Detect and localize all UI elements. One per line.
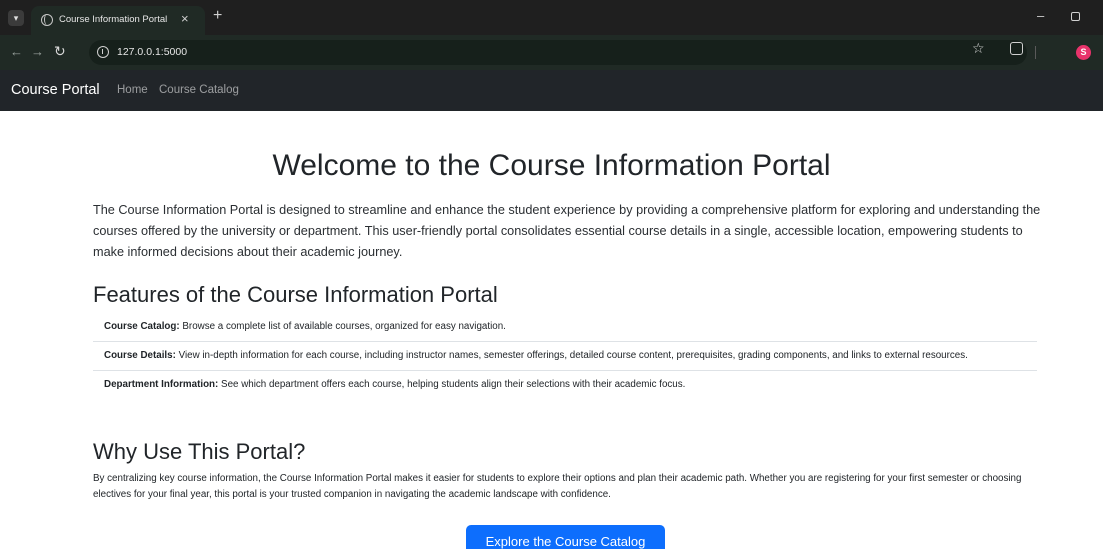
- feature-label: Department Information:: [104, 379, 219, 390]
- minimize-icon[interactable]: –: [1037, 8, 1044, 23]
- explore-catalog-button[interactable]: Explore the Course Catalog: [466, 525, 665, 549]
- back-icon[interactable]: ←: [10, 44, 23, 60]
- list-item: Department Information: See which depart…: [93, 371, 1037, 399]
- feature-text: View in-depth information for each cours…: [175, 350, 968, 361]
- avatar[interactable]: S: [1076, 45, 1091, 60]
- browser-tabstrip: ▾ Course Information Portal × + –: [0, 0, 1103, 35]
- feature-label: Course Details:: [104, 350, 176, 361]
- feature-label: Course Catalog:: [104, 321, 180, 332]
- site-info-icon[interactable]: [97, 46, 109, 58]
- feature-text: See which department offers each course,…: [218, 379, 686, 390]
- address-bar[interactable]: 127.0.0.1:5000: [89, 40, 1027, 65]
- plus-icon[interactable]: +: [213, 8, 222, 24]
- features-heading: Features of the Course Information Porta…: [93, 282, 498, 307]
- navbar-brand[interactable]: Course Portal: [11, 82, 100, 98]
- maximize-icon[interactable]: [1071, 12, 1080, 21]
- star-icon[interactable]: ☆: [972, 40, 985, 57]
- url-text[interactable]: 127.0.0.1:5000: [117, 46, 187, 58]
- toolbar-divider: [1035, 46, 1036, 59]
- close-icon[interactable]: ×: [181, 12, 189, 26]
- extensions-icon[interactable]: [1010, 42, 1023, 55]
- feature-text: Browse a complete list of available cour…: [179, 321, 506, 332]
- nav-link-home[interactable]: Home: [117, 84, 148, 96]
- intro-paragraph: The Course Information Portal is designe…: [93, 203, 1041, 259]
- browser-toolbar: ← → ↻ 127.0.0.1:5000 ☆ S: [0, 35, 1103, 70]
- browser-tab[interactable]: Course Information Portal ×: [31, 6, 205, 35]
- globe-icon: [41, 14, 53, 26]
- nav-link-course-catalog[interactable]: Course Catalog: [159, 84, 239, 96]
- list-item: Course Catalog: Browse a complete list o…: [93, 313, 1037, 342]
- features-list: Course Catalog: Browse a complete list o…: [93, 313, 1037, 399]
- why-paragraph: By centralizing key course information, …: [93, 473, 1022, 500]
- list-item: Course Details: View in-depth informatio…: [93, 342, 1037, 371]
- why-heading: Why Use This Portal?: [93, 439, 306, 464]
- tab-title: Course Information Portal: [59, 14, 168, 25]
- reload-icon[interactable]: ↻: [54, 43, 66, 59]
- chevron-down-icon[interactable]: ▾: [8, 10, 24, 26]
- page-title: Welcome to the Course Information Portal: [272, 149, 831, 182]
- site-navbar: Course Portal Home Course Catalog: [0, 70, 1103, 111]
- forward-icon[interactable]: →: [31, 44, 44, 60]
